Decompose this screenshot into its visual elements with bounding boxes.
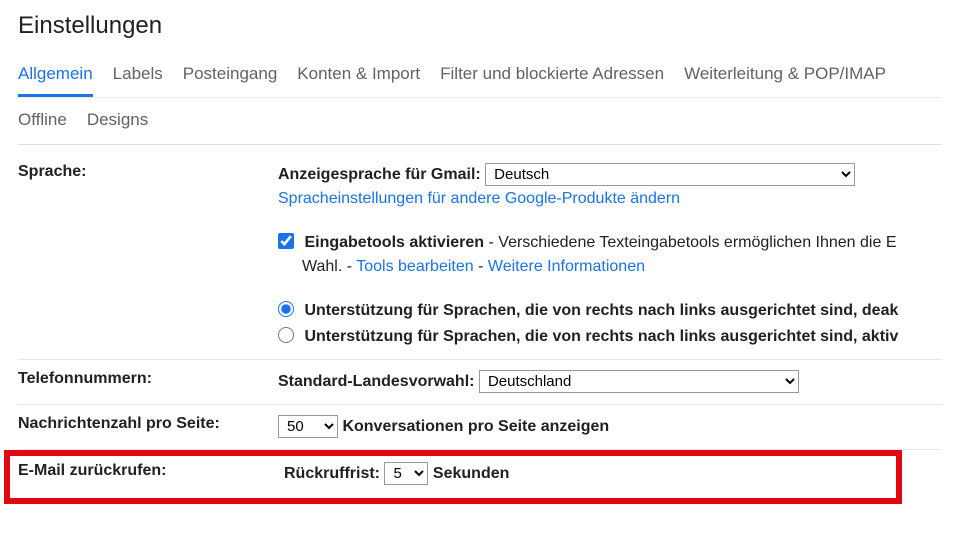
- radio-rtl-off[interactable]: [278, 301, 294, 317]
- label-phone: Telefonnummern:: [18, 370, 278, 394]
- tabs-secondary: Offline Designs: [18, 98, 942, 145]
- page-title: Einstellungen: [18, 12, 942, 40]
- label-undo-send: E-Mail zurückrufen:: [18, 462, 284, 486]
- select-pagesize[interactable]: 50: [278, 415, 338, 438]
- display-language-label: Anzeigesprache für Gmail:: [278, 166, 481, 183]
- tab-designs[interactable]: Designs: [87, 110, 148, 130]
- tab-posteingang[interactable]: Posteingang: [183, 58, 278, 97]
- phone-prefix-label: Standard-Landesvorwahl:: [278, 373, 474, 390]
- undo-suffix: Sekunden: [433, 465, 509, 482]
- radio-rtl-on[interactable]: [278, 327, 294, 343]
- checkbox-input-tools[interactable]: [278, 233, 294, 249]
- row-language: Sprache: Anzeigesprache für Gmail: Deuts…: [18, 151, 942, 360]
- rtl-on-label: Unterstützung für Sprachen, die von rech…: [304, 328, 898, 345]
- label-language: Sprache:: [18, 163, 278, 349]
- input-tools-wahl: Wahl. -: [302, 258, 356, 275]
- row-phone: Telefonnummern: Standard-Landesvorwahl: …: [18, 360, 942, 405]
- tab-konten-import[interactable]: Konten & Import: [297, 58, 420, 97]
- row-undo-send-highlight: E-Mail zurückrufen: Rückruffrist: 5 Seku…: [4, 450, 902, 504]
- input-tools-desc: - Verschiedene Texteingabetools ermöglic…: [484, 234, 896, 251]
- tab-filter[interactable]: Filter und blockierte Adressen: [440, 58, 664, 97]
- row-pagesize: Nachrichtenzahl pro Seite: 50 Konversati…: [18, 405, 942, 450]
- tabs-primary: Allgemein Labels Posteingang Konten & Im…: [18, 58, 942, 98]
- label-pagesize: Nachrichtenzahl pro Seite:: [18, 415, 278, 439]
- input-tools-label: Eingabetools aktivieren: [304, 234, 484, 251]
- select-display-language[interactable]: Deutsch: [485, 163, 855, 186]
- link-more-info[interactable]: Weitere Informationen: [488, 258, 645, 275]
- select-undo-seconds[interactable]: 5: [384, 462, 428, 485]
- tab-offline[interactable]: Offline: [18, 110, 67, 130]
- tab-weiterleitung[interactable]: Weiterleitung & POP/IMAP: [684, 58, 886, 97]
- tab-labels[interactable]: Labels: [113, 58, 163, 97]
- tab-allgemein[interactable]: Allgemein: [18, 58, 93, 97]
- rtl-off-label: Unterstützung für Sprachen, die von rech…: [304, 302, 898, 319]
- pagesize-suffix: Konversationen pro Seite anzeigen: [342, 418, 609, 435]
- link-tools-edit[interactable]: Tools bearbeiten: [356, 258, 473, 275]
- select-country-code[interactable]: Deutschland: [479, 370, 799, 393]
- link-change-other-products[interactable]: Spracheinstellungen für andere Google-Pr…: [278, 190, 680, 207]
- undo-prefix: Rückruffrist:: [284, 465, 380, 482]
